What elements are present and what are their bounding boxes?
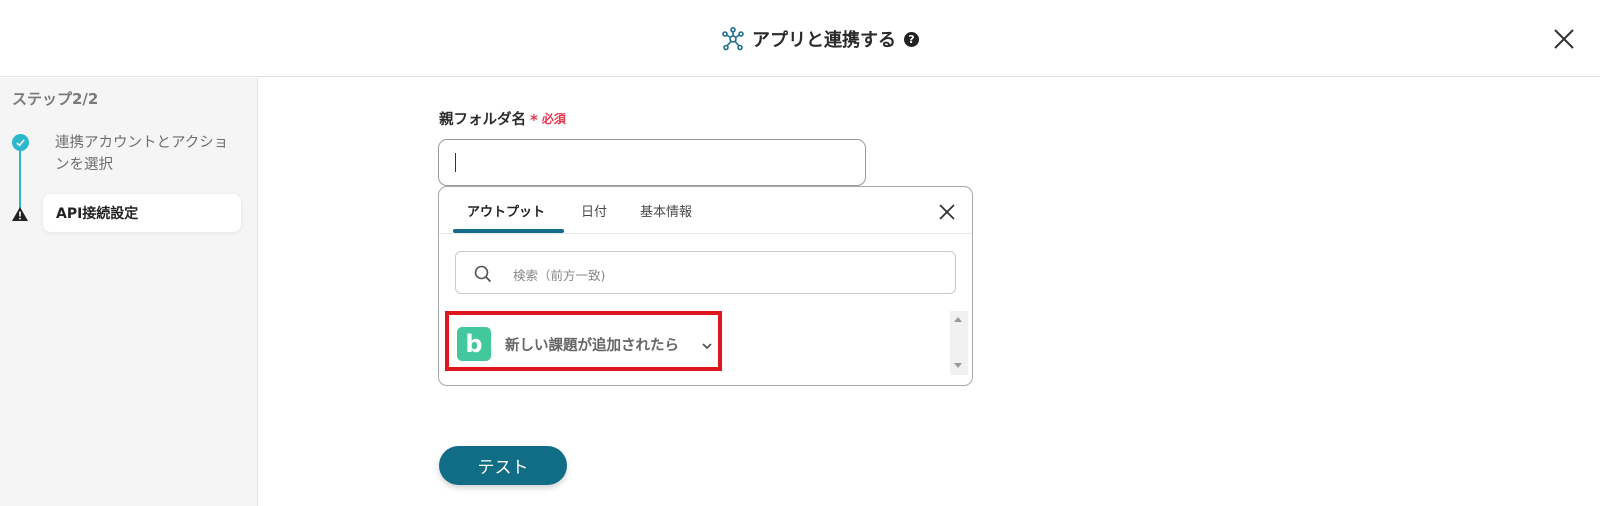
trigger-label: 新しい課題が追加されたら [505,338,679,354]
required-text: 必須 [541,112,566,126]
test-button[interactable]: テスト [439,446,567,485]
tab-date[interactable]: 日付 [581,201,607,220]
list-scrollbar[interactable] [950,311,968,375]
scroll-up-arrow-icon[interactable] [954,317,962,322]
parent-folder-input[interactable] [438,139,866,186]
chevron-down-icon[interactable] [700,339,714,353]
help-icon[interactable]: ? [904,31,919,47]
backlog-app-icon: b [457,327,491,361]
check-icon [12,134,29,151]
scroll-down-arrow-icon[interactable] [954,363,962,368]
close-icon[interactable] [1552,27,1576,51]
tab-basic-info[interactable]: 基本情報 [640,201,692,220]
modal-title-group: アプリと連携する ? [722,25,919,53]
list-item[interactable]: b 新しい課題が追加されたら [445,311,722,371]
step-connector [19,150,21,212]
search-icon [474,265,492,283]
active-tab-indicator [453,229,564,233]
modal-header: アプリと連携する ? [0,0,1600,77]
sidebar-step-label: API接続設定 [56,206,139,222]
search-placeholder: 検索（前方一致) [513,268,606,283]
search-input[interactable]: 検索（前方一致) [455,251,956,294]
popup-tabs: アウトプット 日付 基本情報 [439,187,972,234]
output-list: b 新しい課題が追加されたら [443,311,970,375]
network-icon [722,27,744,51]
app-letter: b [465,330,483,358]
parent-folder-label: 親フォルダ名 * 必須 [439,108,566,129]
tab-output[interactable]: アウトプット [467,201,545,220]
sidebar-step-api-settings[interactable]: API接続設定 [43,194,241,232]
field-label-text: 親フォルダ名 [439,112,526,128]
variable-picker-popup: アウトプット 日付 基本情報 検索（前方一致) b 新しい課題が追加されたら [438,186,973,386]
step-counter: ステップ2/2 [12,90,99,108]
required-mark: * [530,111,538,129]
modal-title: アプリと連携する [752,30,896,51]
sidebar-step-select-action[interactable]: 連携アカウントとアクションを選択 [55,132,235,176]
text-caret [455,153,456,172]
warning-icon [12,207,28,221]
close-icon[interactable] [938,203,956,221]
steps-sidebar: ステップ2/2 連携アカウントとアクションを選択 API接続設定 [0,78,258,506]
